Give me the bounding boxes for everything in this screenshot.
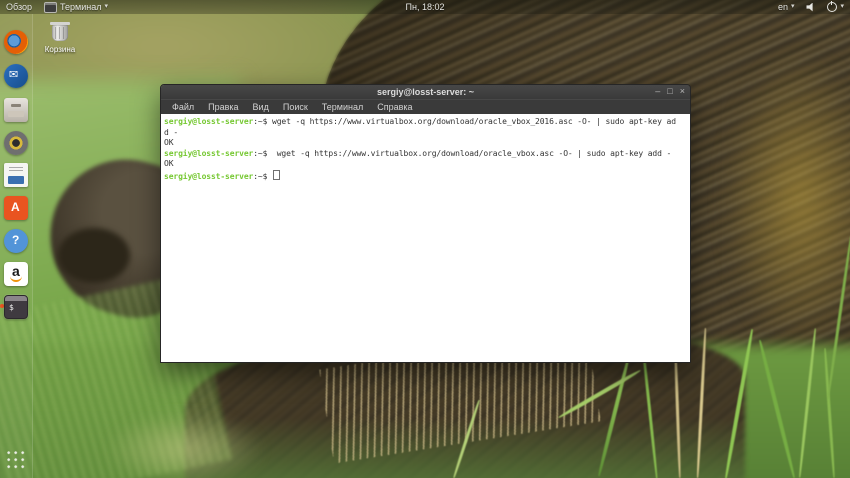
terminal-cursor [273,169,281,180]
minimize-button[interactable]: – [655,85,660,99]
ubuntu-software-icon [4,196,28,220]
window-controls: – □ × [655,85,685,99]
launcher-item-thunderbird[interactable] [4,64,28,88]
window-menubar: Файл Правка Вид Поиск Терминал Справка [161,99,690,114]
chevron-down-icon: ▾ [840,3,844,10]
launcher-item-firefox[interactable] [4,30,28,54]
prompt-user: sergiy@losst-server [164,148,254,158]
volume-indicator[interactable] [800,0,821,14]
wallpaper-fur-highlight [720,50,850,350]
clock-container: Пн, 18:02 [0,2,850,12]
libreoffice-writer-icon [4,163,28,187]
terminal-line: sergiy@losst-server:~$ wget -q https://w… [164,149,687,160]
menu-help[interactable]: Справка [370,100,419,114]
trash-label: Корзина [44,45,76,54]
desktop-icon-trash[interactable]: Корзина [38,22,82,54]
shotwell-icon [4,131,28,155]
command-text: :~$ wget -q https://www.virtualbox.org/d… [253,117,676,126]
activities-button[interactable]: Обзор [0,0,38,14]
desktop-screen: Обзор Терминал ▾ Пн, 18:02 en ▾ ▾ ✉ A ? … [0,0,850,478]
help-icon [4,229,28,253]
launcher-item-libreoffice-writer[interactable] [4,163,28,187]
command-text: d - [164,127,179,137]
launcher-item-help[interactable] [4,229,28,253]
clock[interactable]: Пн, 18:02 [406,2,445,12]
chevron-down-icon: ▾ [790,3,795,10]
amazon-icon [4,262,28,286]
chevron-down-icon: ▾ [104,3,108,10]
terminal-icon [4,295,28,319]
system-menu[interactable]: ▾ [821,0,850,14]
launcher-item-files[interactable] [4,98,28,122]
prompt-user: sergiy@losst-server [164,117,254,126]
output-text: OK [164,138,174,147]
keyboard-layout-label: en [777,2,788,12]
volume-icon [806,2,813,12]
wallpaper-pale-tuft [105,412,265,478]
terminal-line: OK [164,138,687,149]
terminal-line: sergiy@losst-server:~$ [164,169,687,183]
keyboard-layout-indicator[interactable]: en ▾ [772,0,801,14]
launcher-item-shotwell[interactable] [4,131,28,155]
window-titlebar[interactable]: sergiy@losst-server: ~ – □ × [161,85,690,99]
wallpaper-boar-nose [58,228,130,283]
menu-file[interactable]: Файл [165,100,201,114]
prompt-user: sergiy@losst-server [164,171,254,181]
terminal-content[interactable]: sergiy@losst-server:~$ wget -q https://w… [161,114,690,362]
terminal-line: sergiy@losst-server:~$ wget -q https://w… [164,117,687,128]
window-title: sergiy@losst-server: ~ [376,87,475,97]
terminal-app-icon [44,1,57,13]
terminal-line: OK [164,159,687,170]
terminal-window: sergiy@losst-server: ~ – □ × Файл Правка… [160,84,691,363]
terminal-line: d - [164,128,687,139]
firefox-icon [4,30,28,54]
menu-terminal[interactable]: Терминал [315,100,370,114]
show-apps-grid-icon[interactable] [5,449,26,470]
launcher-item-amazon[interactable] [4,262,28,286]
maximize-button[interactable]: □ [667,85,672,99]
menu-search[interactable]: Поиск [276,100,315,114]
app-menu-label: Терминал [60,2,102,12]
system-indicators: en ▾ ▾ [772,0,850,14]
app-menu[interactable]: Терминал ▾ [38,0,114,14]
close-button[interactable]: × [680,85,685,99]
prompt-suffix: :~$ [253,171,273,181]
command-text: :~$ wget -q https://www.virtualbox.org/d… [253,148,672,158]
files-icon [4,98,28,122]
launcher-item-ubuntu-software[interactable] [4,196,28,220]
trash-icon [50,22,70,41]
power-icon [827,0,838,12]
menu-edit[interactable]: Правка [201,100,245,114]
launcher-item-terminal[interactable] [0,295,28,319]
top-panel: Обзор Терминал ▾ Пн, 18:02 en ▾ ▾ [0,0,850,14]
launcher-dock [0,14,33,478]
menu-view[interactable]: Вид [246,100,276,114]
thunderbird-icon [4,64,28,88]
activities-label: Обзор [6,2,32,12]
output-text: OK [164,159,174,168]
